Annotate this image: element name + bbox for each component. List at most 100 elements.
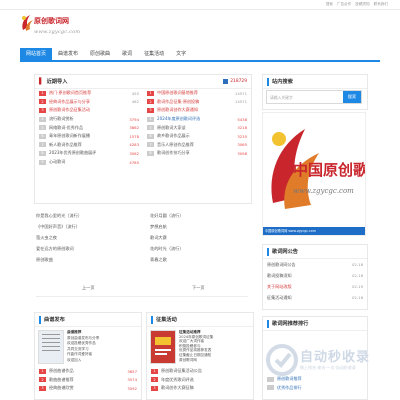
list-item[interactable]: 花好月圆（流行） [150, 210, 250, 221]
item-title[interactable]: 经典词作品展示与分享 [49, 99, 119, 105]
item-count: 4785 [129, 159, 139, 165]
list-item[interactable]: 3 经典曲谱欣赏 3592 [35, 384, 141, 393]
item-title[interactable]: 故乡歌词作品展示 [157, 133, 227, 139]
list-item[interactable]: 优秀作品排行 [263, 384, 367, 393]
list-item[interactable]: 3 歌词创作大赛征稿 [147, 384, 253, 393]
item-title[interactable]: 心动歌词 [49, 159, 119, 165]
list-item[interactable]: 4 流行歌词赏析 3794 [35, 115, 143, 124]
notice-link[interactable]: 歌词投稿须知 [267, 273, 343, 279]
list-item[interactable]: 5 网络歌词·优秀作品 3862 [35, 123, 143, 132]
item-title[interactable]: 歌词创作技巧分享 [157, 150, 227, 156]
list-item[interactable]: 原创歌词推荐 [263, 375, 367, 384]
list-item[interactable]: 7 音乐人原创作品推荐 3065 [143, 141, 251, 150]
item-title[interactable]: 流行歌词赏析 [49, 116, 119, 122]
site-search-button[interactable]: 搜索 [343, 91, 361, 103]
hot-title: 歌词网推荐排行 [272, 321, 309, 327]
list-item[interactable]: 1 热门·原创歌词首页推荐 455 [35, 89, 143, 98]
pager-prev[interactable]: 上一页 [82, 285, 95, 291]
item-title[interactable]: 青年原创歌词新作展播 [49, 133, 119, 139]
top-link-ads[interactable]: 广告合作 [337, 2, 351, 7]
notice-panel: 歌词网公告 原创歌词网公告 02-18 歌词投稿须知 02-16 关于网站改版 02-… [262, 244, 368, 310]
item-title[interactable]: 歌词创作大赛征稿 [161, 385, 249, 391]
item-title[interactable]: 原创曲谱作品 [49, 368, 117, 374]
item-title[interactable]: 热门·原创歌词首页推荐 [49, 90, 119, 96]
list-item[interactable]: 6 故乡歌词作品展示 3235 [143, 132, 251, 141]
item-title[interactable]: 歌词作品征集·原创投稿 [157, 99, 227, 105]
list-item[interactable]: 7 新人歌词作品推荐 4283 [35, 141, 143, 150]
list-item[interactable]: 征集活动通知 02-16 [263, 292, 367, 303]
list-item[interactable]: 梦想启航 [150, 221, 250, 232]
top-link-search[interactable]: 搜索 [326, 2, 333, 7]
events-header: 征集活动 [147, 313, 253, 327]
rank-badge: 3 [39, 385, 46, 391]
top-link-contact[interactable]: 联系我们 [374, 2, 388, 7]
item-title[interactable]: 歌曲曲谱推荐 [49, 377, 117, 383]
list-item[interactable]: 2 年度优秀歌词评选 [147, 376, 253, 385]
site-search-input[interactable]: 请输入关键字 [267, 91, 343, 103]
item-title[interactable]: 原创歌词推荐 [277, 376, 363, 382]
list-item[interactable]: 1 中国原创歌词基地推荐 14571 [143, 89, 251, 98]
item-title[interactable]: 新人歌词作品推荐 [49, 142, 119, 148]
list-item[interactable]: 1 原创曲谱作品 3657 [35, 367, 141, 376]
events-title[interactable]: 征集活动 [156, 316, 177, 323]
list-item[interactable]: 花的时光（流行） [150, 243, 250, 254]
list-item[interactable]: 9 心动歌词 4785 [35, 158, 143, 167]
site-banner[interactable]: 中国原创歌词网 www.zgycgc.com 中国原创歌词网 www.zgycg… [262, 112, 366, 236]
item-title[interactable]: 优秀作品排行 [277, 385, 363, 391]
scores-title[interactable]: 曲谱发布 [44, 316, 65, 323]
item-title[interactable]: 原创歌词创作大赛通知 [157, 107, 227, 113]
list-item[interactable]: 萤火虫之夜 [36, 232, 142, 243]
list-item[interactable]: 3 原创歌词作品征集活动 [35, 106, 143, 115]
item-title[interactable]: 2024年度原创歌词评选 [157, 116, 227, 122]
item-title[interactable]: 中国原创歌词基地推荐 [157, 90, 227, 96]
nav-events[interactable]: 征集活动 [138, 48, 170, 60]
site-header: 原创歌词网 www.zgycgc.com [20, 12, 380, 42]
list-item[interactable]: 2 经典词作品展示与分享 462 [35, 98, 143, 107]
item-title[interactable]: 原创歌词作品征集活动 [49, 107, 119, 113]
item-title[interactable]: 网络歌词·优秀作品 [49, 125, 119, 131]
list-item[interactable]: 2 歌词作品征集·原创投稿 14571 [143, 98, 251, 107]
list-item[interactable]: 青春之歌 [150, 254, 250, 265]
list-item[interactable]: 原创歌词网公告 02-18 [263, 259, 367, 270]
list-item[interactable]: 4 2024年度原创歌词评选 5438 [143, 115, 251, 124]
rank-badge: 2 [147, 99, 154, 105]
nav-songs[interactable]: 原创歌曲 [84, 48, 116, 60]
item-title[interactable]: 原创歌词征集活动公告 [161, 368, 249, 374]
list-item[interactable]: 你是我心里的光（流行） [36, 210, 142, 221]
nav-scores[interactable]: 曲谱发布 [52, 48, 84, 60]
item-title[interactable]: 原创歌词大家谈 [157, 125, 227, 131]
events-feature[interactable]: 征集活动推荐 2024年原创歌词征集 欢迎广大词作者 积极投稿参与 优秀作品将推… [147, 327, 253, 367]
site-title[interactable]: 原创歌词网 [34, 16, 69, 26]
score-thumbnail[interactable] [38, 330, 64, 364]
list-item[interactable]: 5 原创歌词大家谈 3218 [143, 123, 251, 132]
item-title[interactable]: 经典曲谱欣赏 [49, 385, 117, 391]
nav-lyrics[interactable]: 歌词 [116, 48, 138, 60]
notice-link[interactable]: 关于网站改版 [267, 284, 343, 290]
list-item[interactable]: 1 原创歌词征集活动公告 [147, 367, 253, 376]
list-item[interactable]: 关于网站改版 02-19 [263, 281, 367, 292]
pager-next[interactable]: 下一页 [192, 285, 205, 291]
list-item[interactable]: 歌词投稿须知 02-16 [263, 270, 367, 281]
list-item[interactable]: 爱在远方的原创歌词 [36, 243, 142, 254]
nav-home[interactable]: 网站首页 [20, 48, 53, 60]
scores-feature[interactable]: 曲谱推荐 原创曲谱发布与分享 欢迎投稿优秀作品 共同交流学习 作曲作词爱好者 欢… [35, 327, 141, 367]
list-item[interactable]: 歌词大赛 [150, 232, 250, 243]
list-item[interactable]: 3 原创歌词创作大赛通知 [143, 106, 251, 115]
item-title[interactable]: 2023年优秀原创歌曲展评 [49, 150, 119, 156]
list-item[interactable]: 2 歌曲曲谱推荐 3574 [35, 376, 141, 385]
item-title[interactable]: 年度优秀歌词评选 [161, 377, 249, 383]
notice-link[interactable]: 原创歌词网公告 [267, 262, 343, 268]
rank-badge: 5 [147, 125, 154, 131]
list-item[interactable]: 8 歌词创作技巧分享 3098 [143, 149, 251, 158]
notice-date: 02-16 [351, 295, 363, 300]
logo-icon[interactable] [20, 14, 34, 32]
notice-link[interactable]: 征集活动通知 [267, 295, 343, 301]
list-item[interactable]: 6 青年原创歌词新作展播 1578 [35, 132, 143, 141]
top-link-submit[interactable]: 投稿须知 [355, 2, 369, 7]
list-item[interactable]: 原创歌曲 [36, 254, 142, 265]
event-poster[interactable] [150, 330, 176, 364]
item-title[interactable]: 音乐人原创作品推荐 [157, 142, 227, 148]
nav-text[interactable]: 文字 [170, 48, 192, 60]
list-item[interactable]: 《中国好声音》（流行） [36, 221, 142, 232]
list-item[interactable]: 8 2023年优秀原创歌曲展评 3062 [35, 149, 143, 158]
